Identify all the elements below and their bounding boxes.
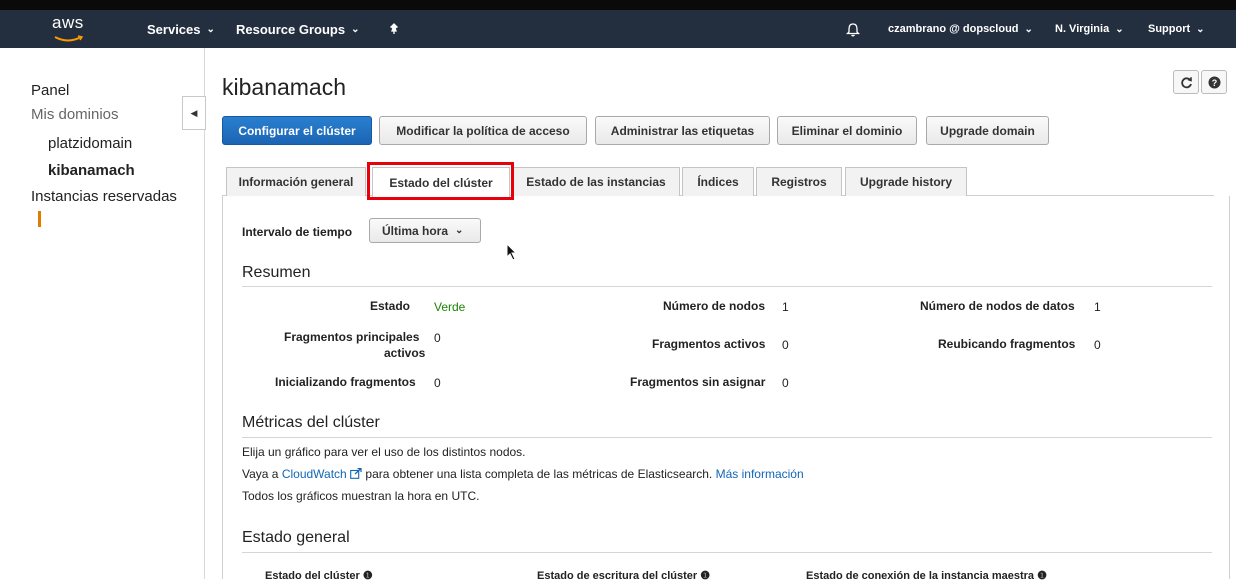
aws-logo-text: aws bbox=[52, 13, 84, 32]
modify-access-policy-button[interactable]: Modificar la política de acceso bbox=[379, 116, 587, 145]
active-primary-shards-value: 0 bbox=[434, 331, 441, 345]
sidebar-item-my-domains[interactable]: Mis dominios bbox=[31, 106, 119, 123]
aws-smile-icon bbox=[54, 35, 84, 42]
refresh-icon bbox=[1180, 76, 1192, 88]
master-connection-status-heading-label: Estado de conexión de la instancia maest… bbox=[806, 570, 1035, 582]
top-strip bbox=[0, 0, 1236, 10]
data-node-count-value: 1 bbox=[1094, 300, 1101, 314]
cloudwatch-link[interactable]: CloudWatch bbox=[282, 467, 347, 481]
services-label: Services bbox=[147, 21, 201, 37]
sidebar: Panel Mis dominios platzidomain kibanama… bbox=[0, 48, 205, 579]
tab-logs[interactable]: Registros bbox=[756, 167, 842, 196]
time-interval-label: Intervalo de tiempo bbox=[242, 225, 353, 239]
user-menu[interactable]: czambrano @ dopscloud ⌄ bbox=[888, 10, 1033, 48]
help-icon[interactable]: ❶ bbox=[363, 570, 373, 582]
mouse-cursor-icon bbox=[506, 243, 518, 261]
help-icon: ? bbox=[1208, 76, 1220, 88]
cluster-write-status-heading: Estado de escritura del clúster ❶ bbox=[537, 569, 710, 582]
active-primary-shards-label-2: activos bbox=[384, 346, 426, 360]
configure-cluster-button[interactable]: Configurar el clúster bbox=[222, 116, 372, 145]
pin-icon[interactable] bbox=[388, 10, 400, 48]
chevron-down-icon: ⌄ bbox=[455, 225, 464, 236]
chevron-down-icon: ⌄ bbox=[1024, 23, 1033, 35]
initializing-shards-label: Inicializando fragmentos bbox=[275, 375, 416, 389]
help-icon[interactable]: ❶ bbox=[1037, 570, 1047, 582]
cluster-status-heading: Estado del clúster ❶ bbox=[265, 569, 373, 582]
bell-icon[interactable] bbox=[846, 10, 860, 48]
metrics-utc-note: Todos los gráficos muestran la hora en U… bbox=[242, 489, 480, 503]
active-shards-value: 0 bbox=[782, 338, 789, 352]
summary-title: Resumen bbox=[242, 264, 311, 281]
status-value: Verde bbox=[434, 300, 466, 314]
more-info-link[interactable]: Más información bbox=[716, 467, 804, 481]
manage-tags-button[interactable]: Administrar las etiquetas bbox=[595, 116, 770, 145]
region-label: N. Virginia bbox=[1055, 23, 1110, 35]
services-menu[interactable]: Services ⌄ bbox=[147, 10, 215, 48]
sidebar-collapse-button[interactable]: ◀ bbox=[182, 96, 206, 130]
chevron-down-icon: ⌄ bbox=[351, 23, 360, 35]
resource-groups-menu[interactable]: Resource Groups ⌄ bbox=[236, 10, 359, 48]
unassigned-shards-value: 0 bbox=[782, 376, 789, 390]
tab-general-info[interactable]: Información general bbox=[226, 167, 366, 196]
time-interval-value: Última hora bbox=[382, 223, 449, 238]
external-link-icon bbox=[350, 467, 362, 479]
region-menu[interactable]: N. Virginia ⌄ bbox=[1055, 10, 1124, 48]
user-label: czambrano @ dopscloud bbox=[888, 23, 1019, 35]
top-navbar: aws Services ⌄ Resource Groups ⌄ czambra… bbox=[0, 10, 1236, 48]
relocating-shards-label: Reubicando fragmentos bbox=[938, 337, 1076, 351]
metrics-line-prefix: Vaya a bbox=[242, 467, 282, 481]
aws-logo[interactable]: aws bbox=[52, 13, 92, 43]
help-button[interactable]: ? bbox=[1201, 70, 1227, 94]
upgrade-domain-button[interactable]: Upgrade domain bbox=[926, 116, 1049, 145]
initializing-shards-value: 0 bbox=[434, 376, 441, 390]
bell-icon-svg bbox=[846, 22, 860, 36]
sidebar-item-reserved-instances[interactable]: Instancias reservadas bbox=[31, 188, 177, 205]
cluster-metrics-divider bbox=[242, 437, 1212, 438]
pin-icon-svg bbox=[389, 23, 399, 34]
tab-instance-health[interactable]: Estado de las instancias bbox=[512, 167, 680, 196]
tab-indices[interactable]: Índices bbox=[682, 167, 754, 196]
sidebar-item-platzidomain[interactable]: platzidomain bbox=[48, 135, 132, 152]
cluster-write-status-heading-label: Estado de escritura del clúster bbox=[537, 570, 698, 582]
metrics-instruction: Elija un gráfico para ver el uso de los … bbox=[242, 445, 526, 459]
summary-divider bbox=[242, 286, 1212, 287]
resource-groups-label: Resource Groups bbox=[236, 21, 346, 37]
active-domain-marker bbox=[38, 211, 41, 227]
node-count-label: Número de nodos bbox=[663, 299, 766, 313]
relocating-shards-value: 0 bbox=[1094, 338, 1101, 352]
time-interval-select[interactable]: Última hora ⌄ bbox=[369, 218, 481, 243]
tab-highlight-box bbox=[367, 162, 514, 200]
delete-domain-button[interactable]: Eliminar el dominio bbox=[777, 116, 917, 145]
chevron-down-icon: ⌄ bbox=[1115, 23, 1124, 35]
node-count-value: 1 bbox=[782, 300, 789, 314]
metrics-line-middle: para obtener una lista completa de las m… bbox=[362, 467, 716, 481]
sidebar-item-kibanamach[interactable]: kibanamach bbox=[48, 162, 135, 179]
cluster-status-heading-label: Estado del clúster bbox=[265, 570, 360, 582]
sidebar-item-panel[interactable]: Panel bbox=[31, 82, 69, 99]
support-menu[interactable]: Support ⌄ bbox=[1148, 10, 1205, 48]
refresh-button[interactable] bbox=[1173, 70, 1199, 94]
master-connection-status-heading: Estado de conexión de la instancia maest… bbox=[806, 569, 1047, 582]
data-node-count-label: Número de nodos de datos bbox=[920, 299, 1075, 313]
cluster-metrics-title: Métricas del clúster bbox=[242, 414, 380, 431]
active-shards-label: Fragmentos activos bbox=[652, 337, 766, 351]
status-label: Estado bbox=[370, 299, 411, 313]
unassigned-shards-label: Fragmentos sin asignar bbox=[630, 375, 766, 389]
general-status-divider bbox=[242, 552, 1212, 553]
svg-text:?: ? bbox=[1211, 78, 1217, 88]
tab-upgrade-history[interactable]: Upgrade history bbox=[845, 167, 967, 196]
support-label: Support bbox=[1148, 23, 1191, 35]
metrics-cloudwatch-line: Vaya a CloudWatch para obtener una lista… bbox=[242, 467, 804, 481]
help-icon[interactable]: ❶ bbox=[700, 570, 710, 582]
chevron-left-icon: ◀ bbox=[190, 107, 198, 118]
page-title: kibanamach bbox=[222, 74, 347, 100]
general-status-title: Estado general bbox=[242, 529, 350, 546]
chevron-down-icon: ⌄ bbox=[206, 23, 215, 35]
chevron-down-icon: ⌄ bbox=[1196, 23, 1205, 35]
active-primary-shards-label-1: Fragmentos principales bbox=[284, 330, 420, 344]
